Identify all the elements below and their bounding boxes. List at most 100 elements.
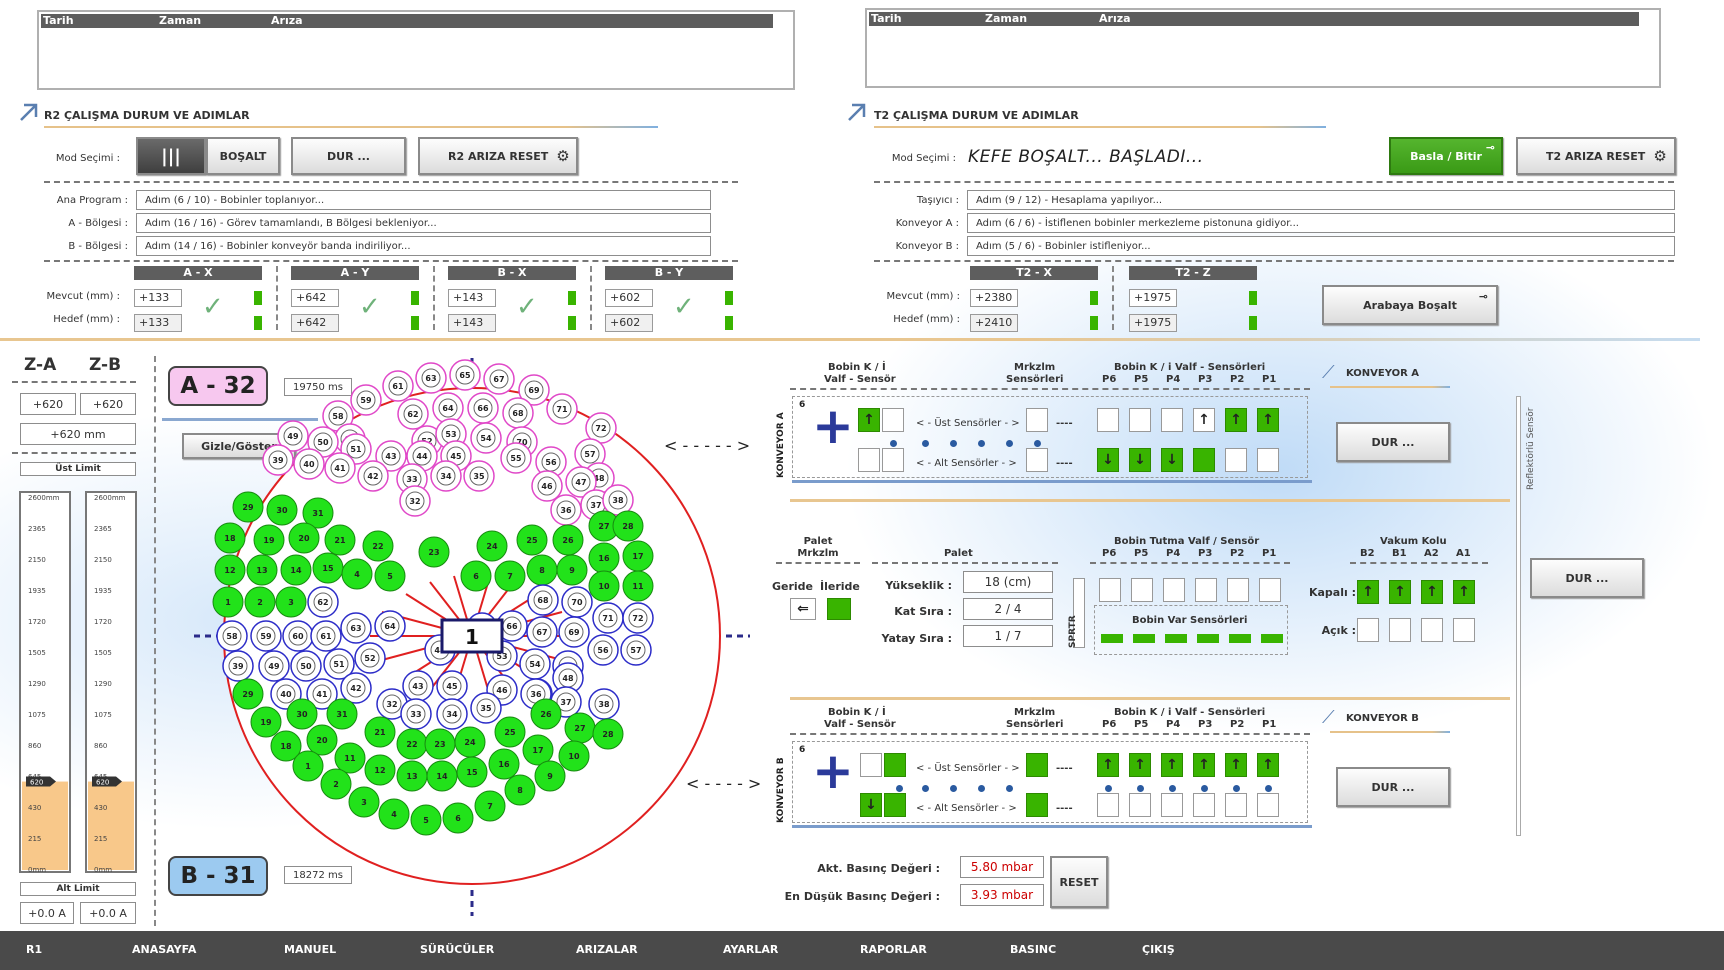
svg-text:40: 40	[280, 690, 292, 699]
basinc-reset-button[interactable]: RESET	[1050, 856, 1108, 908]
coil-blue: 54	[519, 648, 551, 680]
nav-anasayfa[interactable]: ANASAYFA	[132, 943, 196, 956]
svg-text:7: 7	[507, 572, 513, 581]
bottom-nav-bar: R1 ANASAYFA MANUEL SÜRÜCÜLER ARIZALAR AY…	[0, 931, 1724, 970]
coil-pink: 46	[531, 470, 563, 502]
svg-text:63: 63	[425, 374, 436, 383]
min-basinc-label: En Düşük Basınç Değeri :	[784, 890, 940, 903]
svg-text:66: 66	[506, 622, 518, 631]
coil-green: 9	[556, 554, 588, 586]
coil-blue: 43	[402, 670, 434, 702]
r2-fault-log[interactable]: Tarih Zaman Arıza	[37, 10, 795, 90]
coil-green: 6	[442, 802, 474, 834]
konveyor-a-dur-button[interactable]: DUR ...	[1336, 422, 1450, 462]
konveyor-b-dur-button[interactable]: DUR ...	[1336, 767, 1450, 807]
t2-axis-header: T2 - Z	[1129, 266, 1257, 280]
svg-text:11: 11	[344, 754, 356, 763]
t2-reset-button[interactable]: T2 ARIZA RESET ⚙	[1516, 137, 1676, 175]
sensor-dot	[922, 440, 929, 447]
za-amp-value: +0.0 A	[20, 902, 74, 924]
r2-reset-button[interactable]: R2 ARIZA RESET ⚙	[418, 137, 578, 175]
svg-text:7: 7	[487, 802, 493, 811]
svg-text:19: 19	[263, 536, 275, 545]
r2-axis-current: +642	[291, 289, 339, 307]
mrkzlm-header: Mrkzlm	[1014, 707, 1056, 718]
t2-basla-bitir-button[interactable]: Basla / Bitir ⊸	[1389, 137, 1503, 175]
coil-green: 14	[426, 760, 458, 792]
coil-green: 2	[320, 768, 352, 800]
nav-cikis[interactable]: ÇIKIŞ	[1142, 943, 1175, 956]
status-led	[254, 316, 262, 330]
r2-row-value: Adım (6 / 10) - Bobinler toplanıyor...	[136, 190, 711, 210]
svg-text:24: 24	[464, 738, 476, 747]
r2-bosalt-button[interactable]: BOŞALT	[206, 137, 280, 175]
status-led	[568, 316, 576, 330]
coil-green: 10	[558, 740, 590, 772]
svg-text:38: 38	[598, 700, 610, 709]
sensor-dot	[1265, 785, 1272, 792]
valf-indicator	[884, 753, 906, 777]
coil-green: 11	[334, 742, 366, 774]
palet-dur-button[interactable]: DUR ...	[1530, 558, 1644, 598]
svg-text:51: 51	[350, 445, 362, 454]
status-led	[725, 291, 733, 305]
z-level-gauges: 2600mm2365215019351720150512901075860645…	[19, 491, 137, 874]
dashes: ----	[1056, 418, 1073, 429]
divider	[790, 697, 1510, 700]
r2-axis-header: A - X	[134, 266, 262, 280]
r2-log-header: Tarih Zaman Arıza	[41, 14, 773, 28]
arrow-left-right-icon: < - - - - >	[686, 774, 762, 793]
konveyor-icon: ⟋	[1322, 707, 1335, 728]
svg-text:66: 66	[477, 404, 489, 413]
bobin-var-label: Bobin Var Sensörleri	[1132, 615, 1248, 626]
coil-pink: 32	[399, 485, 431, 517]
svg-text:68: 68	[537, 596, 549, 605]
svg-text:72: 72	[632, 614, 643, 623]
coil-green: 5	[410, 804, 442, 836]
r2-mevcut-label: Mevcut (mm) :	[46, 291, 120, 302]
svg-text:59: 59	[360, 396, 372, 405]
nav-basinc[interactable]: BASINC	[1010, 943, 1056, 956]
sensorleri-header: Sensörleri	[1006, 719, 1064, 730]
coil-green: 24	[476, 530, 508, 562]
svg-text:12: 12	[374, 766, 385, 775]
ust-sensor-label: < - Üst Sensörler - >	[916, 418, 1020, 429]
tutma-sensor	[1259, 578, 1281, 602]
svg-text:860: 860	[28, 742, 41, 750]
nav-arizalar[interactable]: ARIZALAR	[576, 943, 638, 956]
r2-row-value: Adım (16 / 16) - Görev tamamlandı, B Böl…	[136, 213, 711, 233]
svg-text:1720: 1720	[94, 618, 112, 626]
coil-pink: 63	[415, 362, 447, 394]
nav-raporlar[interactable]: RAPORLAR	[860, 943, 927, 956]
vakum-acik-indicator	[1453, 618, 1475, 642]
coil-green: 29	[232, 491, 264, 523]
t2-row-value: Adım (5 / 6) - Bobinler istifleniyor...	[967, 236, 1675, 256]
coil-pink: 38	[602, 484, 634, 516]
coil-green: 20	[288, 522, 320, 554]
sensor-dot	[1006, 785, 1013, 792]
coil-pink: 61	[382, 370, 414, 402]
nav-manuel[interactable]: MANUEL	[284, 943, 336, 956]
svg-text:14: 14	[290, 566, 302, 575]
nav-ayarlar[interactable]: AYARLAR	[723, 943, 778, 956]
akt-basinc-value: 5.80 mbar	[960, 856, 1044, 878]
arabaya-bosalt-button[interactable]: Arabaya Boşalt ⊸	[1322, 285, 1498, 325]
coil-green: 21	[324, 524, 356, 556]
r2-dur-button[interactable]: DUR ...	[291, 137, 406, 175]
svg-text:52: 52	[364, 654, 375, 663]
zb-value: +620	[80, 393, 136, 415]
acik-label: Açık :	[1321, 624, 1356, 637]
svg-text:31: 31	[336, 710, 348, 719]
geride-arrow-button[interactable]: ⇐	[790, 598, 816, 620]
t2-fault-log[interactable]: Tarih Zaman Arıza	[865, 8, 1661, 88]
mrkzlm-indicator	[1026, 793, 1048, 817]
svg-text:23: 23	[434, 740, 445, 749]
geride-label: Geride	[772, 580, 814, 593]
valf-indicator	[1193, 448, 1215, 472]
nav-r1[interactable]: R1	[26, 943, 42, 956]
nav-suruculer[interactable]: SÜRÜCÜLER	[420, 943, 494, 956]
yukseklik-value: 18 (cm)	[963, 571, 1053, 593]
svg-text:26: 26	[562, 536, 574, 545]
r2-mode-toggle-button[interactable]: |||	[136, 137, 206, 175]
r2-mod-label: Mod Seçimi :	[55, 153, 120, 164]
